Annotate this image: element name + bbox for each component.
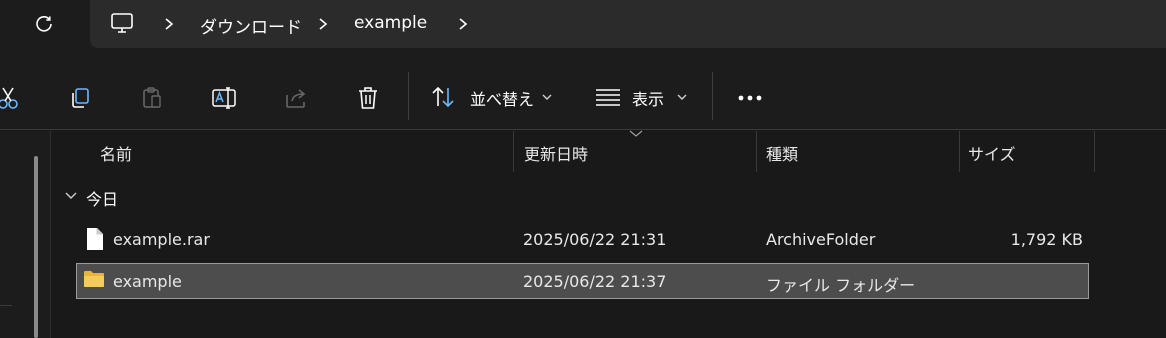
view-label: 表示 (632, 90, 665, 109)
cut-button[interactable] (0, 80, 26, 116)
more-options-button[interactable] (732, 80, 768, 116)
view-button[interactable]: 表示 (590, 76, 694, 116)
file-size: 1,792 KB (1010, 230, 1083, 249)
file-type: ArchiveFolder (766, 230, 876, 249)
chevron-down-icon (677, 94, 687, 100)
paste-button[interactable] (134, 80, 170, 116)
column-header-modified[interactable]: 更新日時 (524, 141, 588, 165)
nav-scrollbar[interactable] (34, 156, 38, 338)
nav-item-divider (0, 305, 12, 306)
trash-icon (359, 87, 377, 109)
column-divider[interactable] (513, 131, 514, 172)
chevron-right-icon[interactable] (160, 14, 178, 34)
folder-icon (84, 271, 104, 287)
breadcrumb-example[interactable]: example (354, 13, 427, 33)
chevron-down-icon (65, 192, 77, 199)
copy-button[interactable] (62, 80, 98, 116)
list-view-icon (596, 89, 620, 106)
chevron-down-icon (542, 94, 552, 100)
sort-label: 並べ替え (470, 90, 535, 109)
file-name: example (113, 272, 182, 291)
file-row[interactable]: example.rar 2025/06/22 21:31 ArchiveFold… (76, 222, 1089, 258)
column-header-type[interactable]: 種類 (766, 141, 798, 165)
file-type: ファイル フォルダー (766, 276, 916, 295)
address-field[interactable]: ダウンロード example (90, 0, 1166, 48)
chevron-right-icon[interactable] (314, 14, 332, 34)
toolbar-divider (712, 72, 713, 120)
file-modified: 2025/06/22 21:31 (523, 230, 667, 249)
share-button[interactable] (278, 80, 314, 116)
column-header-name[interactable]: 名前 (100, 141, 132, 165)
navigation-pane (0, 131, 51, 338)
breadcrumb-downloads[interactable]: ダウンロード (200, 13, 302, 38)
column-divider[interactable] (1094, 131, 1095, 172)
copy-icon (72, 88, 89, 108)
column-divider[interactable] (756, 131, 757, 172)
delete-button[interactable] (350, 80, 386, 116)
command-bar: 並べ替え 表示 (0, 60, 1166, 130)
file-modified: 2025/06/22 21:37 (523, 272, 667, 291)
refresh-icon (36, 16, 52, 32)
column-divider[interactable] (959, 131, 960, 172)
toolbar-divider (408, 72, 409, 120)
paste-icon (143, 87, 161, 108)
rename-button[interactable] (206, 80, 242, 116)
more-icon (738, 95, 762, 101)
sort-icon (432, 86, 454, 108)
file-row-selected[interactable]: example 2025/06/22 21:37 ファイル フォルダー (76, 263, 1089, 299)
address-bar: ダウンロード example (0, 0, 1166, 60)
share-icon (286, 89, 306, 108)
sort-button[interactable]: 並べ替え (426, 76, 562, 116)
file-name: example.rar (113, 230, 210, 249)
this-pc-icon (111, 13, 133, 33)
group-label: 今日 (86, 190, 119, 209)
chevron-right-icon[interactable] (454, 14, 472, 34)
refresh-button[interactable] (30, 10, 58, 38)
column-header-size[interactable]: サイズ (968, 141, 1016, 165)
file-icon (87, 228, 103, 250)
rename-icon (212, 87, 236, 109)
sort-indicator-icon (629, 130, 643, 137)
cut-icon (0, 87, 18, 109)
